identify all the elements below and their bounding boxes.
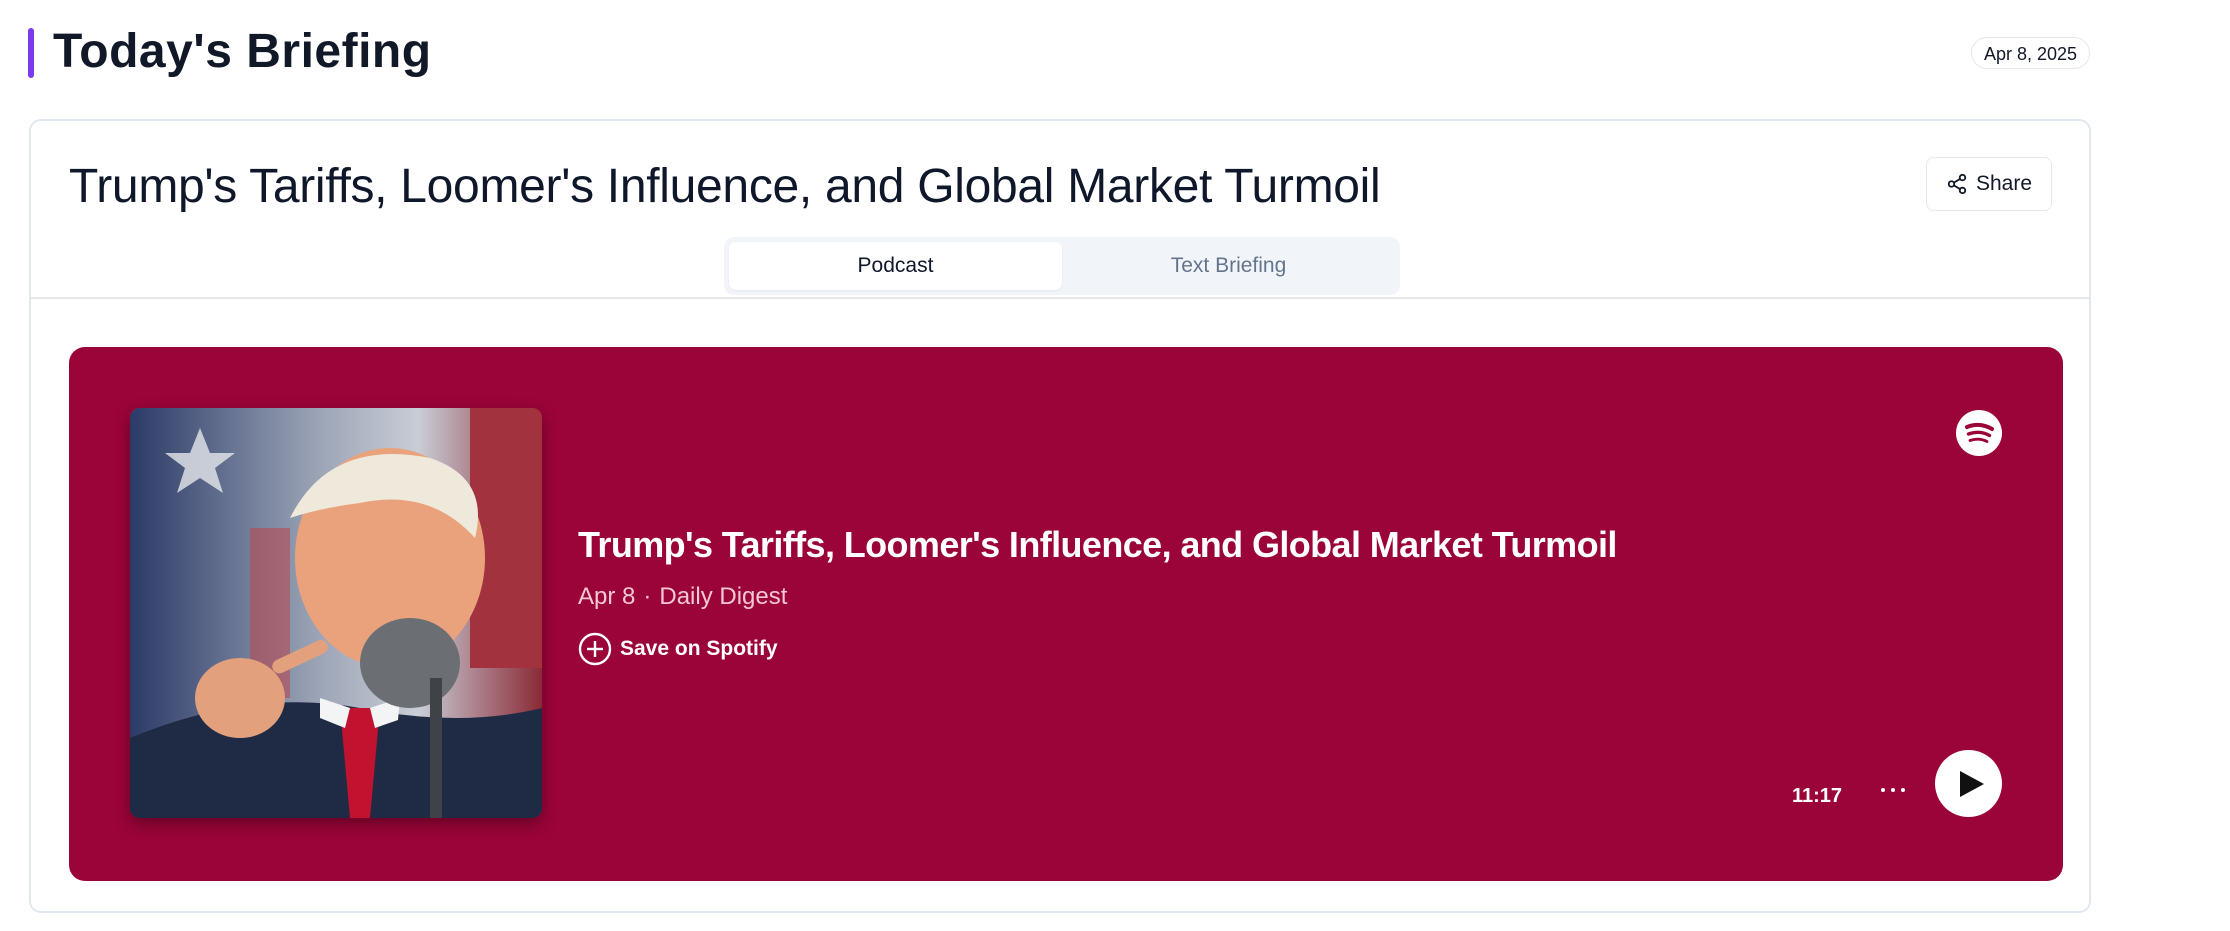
share-icon: [1947, 173, 1967, 195]
more-icon-dot: [1891, 788, 1895, 792]
date-badge: Apr 8, 2025: [1971, 37, 2091, 69]
episode-duration: 11:17: [1792, 785, 1843, 807]
spotify-embed-player: Trump's Tariffs, Loomer's Influence, and…: [69, 347, 2063, 881]
plus-circle-icon: [578, 632, 612, 666]
play-icon: [1960, 770, 1984, 797]
save-on-spotify-label: Save on Spotify: [620, 637, 778, 660]
tab-podcast[interactable]: Podcast: [729, 242, 1062, 290]
share-label: Share: [1975, 172, 2033, 195]
more-options-button[interactable]: [1873, 775, 1913, 805]
more-icon-dot: [1901, 788, 1905, 792]
briefing-tabs: Podcast Text Briefing: [724, 237, 1400, 295]
share-button[interactable]: Share: [1926, 157, 2052, 211]
episode-cover-image: [130, 408, 542, 818]
header-accent-bar: [28, 28, 34, 78]
tabs-divider: [31, 297, 2089, 299]
page-title: Today's Briefing: [53, 25, 432, 78]
show-name: Daily Digest: [659, 583, 788, 610]
more-icon-dot: [1881, 788, 1885, 792]
briefing-card: Trump's Tariffs, Loomer's Influence, and…: [29, 119, 2091, 913]
play-button[interactable]: [1935, 750, 2002, 817]
tab-text-briefing[interactable]: Text Briefing: [1062, 242, 1395, 290]
save-on-spotify-button[interactable]: Save on Spotify: [578, 632, 778, 666]
episode-title: Trump's Tariffs, Loomer's Influence, and…: [578, 524, 1617, 565]
episode-date: Apr 8: [578, 583, 636, 610]
episode-meta: Apr 8 · Daily Digest: [578, 583, 787, 611]
briefing-title: Trump's Tariffs, Loomer's Influence, and…: [69, 160, 1381, 213]
meta-separator: ·: [643, 583, 652, 610]
spotify-logo[interactable]: [1956, 410, 2002, 456]
